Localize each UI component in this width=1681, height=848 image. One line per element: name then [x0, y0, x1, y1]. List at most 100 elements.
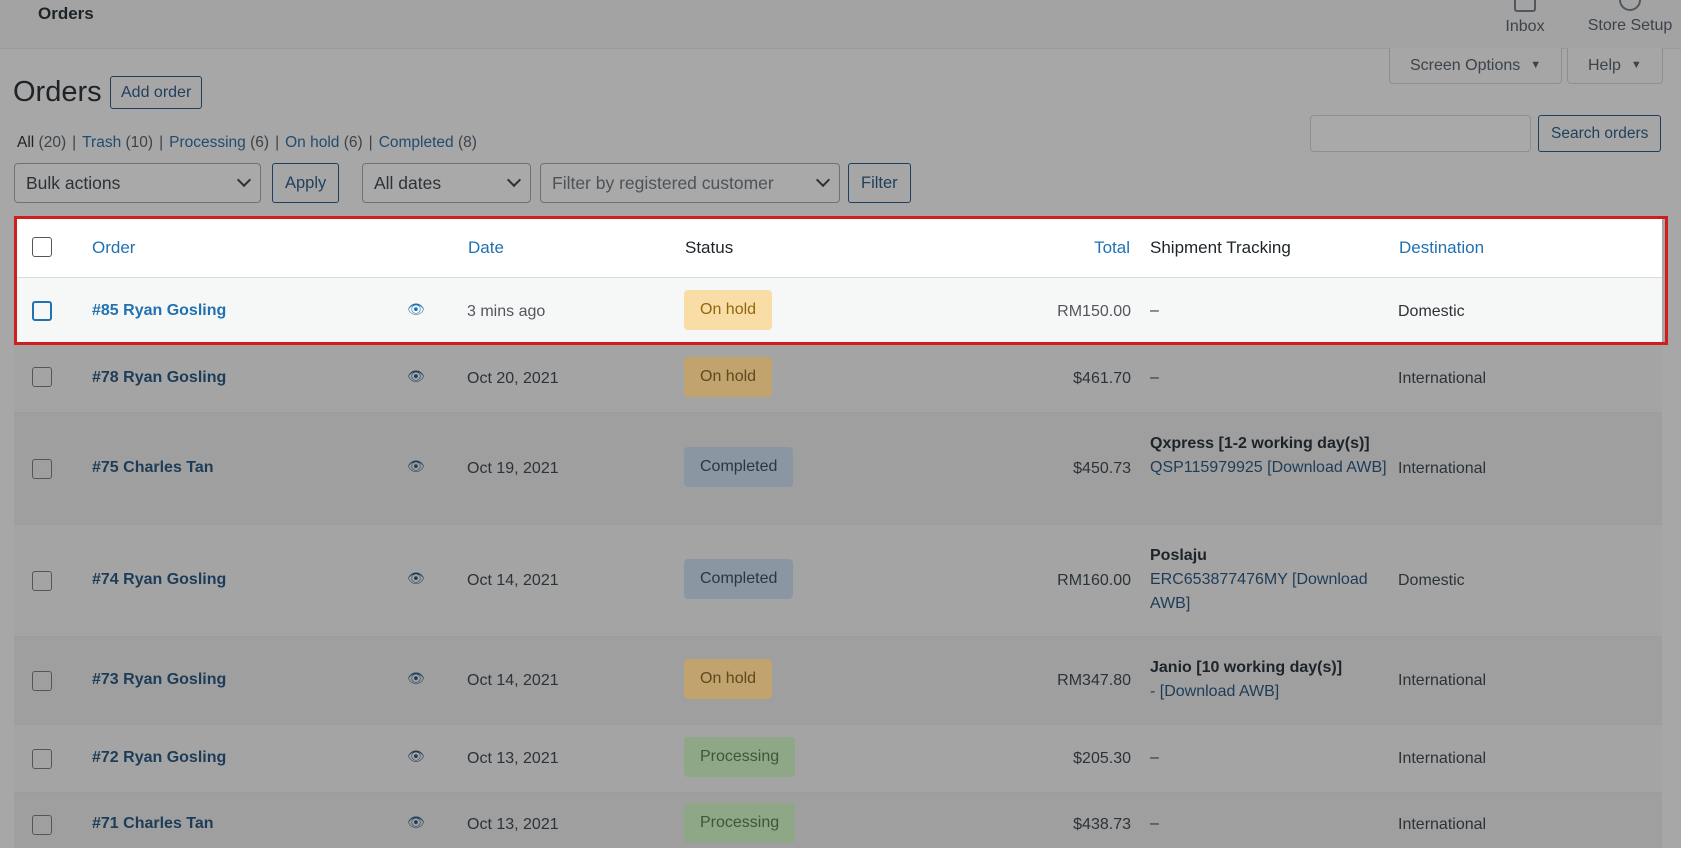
caret-down-icon: ▼ [1630, 59, 1642, 71]
row-checkbox[interactable] [32, 367, 52, 387]
order-total: RM160.00 [1057, 572, 1131, 589]
apply-button[interactable]: Apply [272, 163, 340, 203]
help-button[interactable]: Help ▼ [1567, 48, 1663, 84]
preview-eye-icon[interactable]: 👁 [407, 748, 425, 765]
search-orders-button[interactable]: Search orders [1538, 115, 1662, 152]
view-completed[interactable]: Completed [379, 134, 454, 151]
order-total: RM150.00 [1057, 303, 1131, 320]
table-row[interactable]: #73 Ryan Gosling 👁 Oct 14, 2021 On hold … [14, 637, 1662, 725]
preview-eye-icon[interactable]: 👁 [407, 301, 425, 318]
table-row[interactable]: #85 Ryan Gosling 👁 3 mins ago On hold RM… [14, 278, 1662, 345]
column-order[interactable]: Order [92, 238, 135, 258]
shipment-tracking: Poslaju ERC653877476MY [Download AWB] [1150, 547, 1368, 612]
column-shipment-tracking: Shipment Tracking [1150, 238, 1291, 257]
view-processing[interactable]: Processing [169, 134, 246, 151]
chevron-down-icon [506, 172, 522, 188]
column-destination[interactable]: Destination [1399, 238, 1484, 258]
order-link[interactable]: #73 Ryan Gosling [92, 671, 226, 689]
destination: Domestic [1398, 303, 1465, 320]
order-date: Oct 14, 2021 [467, 672, 559, 689]
table-row[interactable]: #72 Ryan Gosling 👁 Oct 13, 2021 Processi… [14, 725, 1662, 793]
orders-table: Order Date Status Total Shipment Trackin… [14, 216, 1662, 848]
screen-options-label: Screen Options [1410, 57, 1521, 74]
progress-circle-icon [1619, 0, 1641, 11]
shipment-tracking: – [1150, 369, 1159, 386]
column-date[interactable]: Date [468, 238, 504, 258]
table-row[interactable]: #74 Ryan Gosling 👁 Oct 14, 2021 Complete… [14, 525, 1662, 637]
search-input[interactable] [1310, 115, 1531, 152]
download-awb-link[interactable]: - [Download AWB] [1150, 683, 1279, 700]
download-awb-link[interactable]: QSP115979925 [Download AWB] [1150, 459, 1387, 476]
inbox-label: Inbox [1505, 18, 1545, 35]
order-total: RM347.80 [1057, 672, 1131, 689]
order-total: $205.30 [1073, 750, 1131, 767]
row-checkbox[interactable] [32, 301, 52, 321]
filter-button[interactable]: Filter [848, 163, 911, 203]
dates-select[interactable]: All dates [362, 163, 531, 203]
inbox-button[interactable]: Inbox [1500, 0, 1550, 36]
row-checkbox[interactable] [32, 571, 52, 591]
status-badge: On hold [684, 357, 773, 397]
table-row[interactable]: #78 Ryan Gosling 👁 Oct 20, 2021 On hold … [14, 345, 1662, 413]
store-setup-button[interactable]: Store Setup [1585, 0, 1675, 35]
preview-eye-icon[interactable]: 👁 [407, 670, 425, 687]
order-date: Oct 13, 2021 [467, 750, 559, 767]
shipment-tracking: Qxpress [1-2 working day(s)] QSP115979925… [1150, 435, 1387, 476]
order-total: $438.73 [1073, 816, 1131, 833]
order-date: 3 mins ago [467, 303, 546, 320]
status-badge: On hold [684, 659, 773, 699]
shipment-tracking: – [1150, 815, 1159, 832]
status-badge: Completed [684, 559, 794, 599]
shipment-tracking: Janio [10 working day(s)] - [Download AWB… [1150, 659, 1343, 700]
preview-eye-icon[interactable]: 👁 [407, 368, 425, 385]
help-label: Help [1588, 57, 1621, 74]
view-trash[interactable]: Trash [82, 134, 121, 151]
row-checkbox[interactable] [32, 815, 52, 835]
order-link[interactable]: #75 Charles Tan [92, 459, 214, 477]
column-status: Status [685, 238, 734, 257]
order-date: Oct 20, 2021 [467, 370, 559, 387]
preview-eye-icon[interactable]: 👁 [407, 814, 425, 831]
order-date: Oct 19, 2021 [467, 460, 559, 477]
order-total: $461.70 [1073, 370, 1131, 387]
add-order-button[interactable]: Add order [110, 76, 203, 109]
top-bar: Orders Inbox Store Setup [0, 0, 1681, 49]
select-all-checkbox[interactable] [32, 237, 52, 257]
store-setup-label: Store Setup [1587, 17, 1673, 34]
table-row[interactable]: #71 Charles Tan 👁 Oct 13, 2021 Processin… [14, 793, 1662, 848]
chevron-down-icon [815, 172, 831, 188]
status-badge: Processing [684, 737, 796, 777]
status-badge: Completed [684, 447, 794, 487]
order-link[interactable]: #74 Ryan Gosling [92, 571, 226, 589]
status-badge: Processing [684, 803, 796, 843]
order-date: Oct 13, 2021 [467, 816, 559, 833]
row-checkbox[interactable] [32, 749, 52, 769]
order-link[interactable]: #72 Ryan Gosling [92, 749, 226, 767]
column-total[interactable]: Total [1078, 238, 1130, 258]
destination: International [1398, 750, 1487, 767]
row-checkbox[interactable] [32, 671, 52, 691]
download-awb-link[interactable]: ERC653877476MY [Download AWB] [1150, 571, 1368, 612]
destination: International [1398, 370, 1487, 387]
screen-options-button[interactable]: Screen Options ▼ [1389, 48, 1563, 84]
table-row[interactable]: #75 Charles Tan 👁 Oct 19, 2021 Completed… [14, 413, 1662, 525]
inbox-icon [1514, 0, 1536, 12]
preview-eye-icon[interactable]: 👁 [407, 458, 425, 475]
view-on-hold[interactable]: On hold [285, 134, 339, 151]
order-total: $450.73 [1073, 460, 1131, 477]
row-checkbox[interactable] [32, 459, 52, 479]
destination: International [1398, 816, 1487, 833]
view-all[interactable]: All (20) [17, 134, 66, 151]
chevron-down-icon [236, 172, 252, 188]
order-date: Oct 14, 2021 [467, 572, 559, 589]
order-link[interactable]: #71 Charles Tan [92, 815, 214, 833]
status-badge: On hold [684, 290, 773, 330]
bulk-actions-select[interactable]: Bulk actions [14, 163, 261, 203]
table-header: Order Date Status Total Shipment Trackin… [14, 216, 1662, 278]
preview-eye-icon[interactable]: 👁 [407, 570, 425, 587]
customer-filter-select[interactable]: Filter by registered customer [540, 163, 840, 203]
order-link[interactable]: #85 Ryan Gosling [92, 302, 226, 320]
shipment-tracking: – [1150, 302, 1159, 319]
order-link[interactable]: #78 Ryan Gosling [92, 369, 226, 387]
destination: International [1398, 672, 1487, 689]
